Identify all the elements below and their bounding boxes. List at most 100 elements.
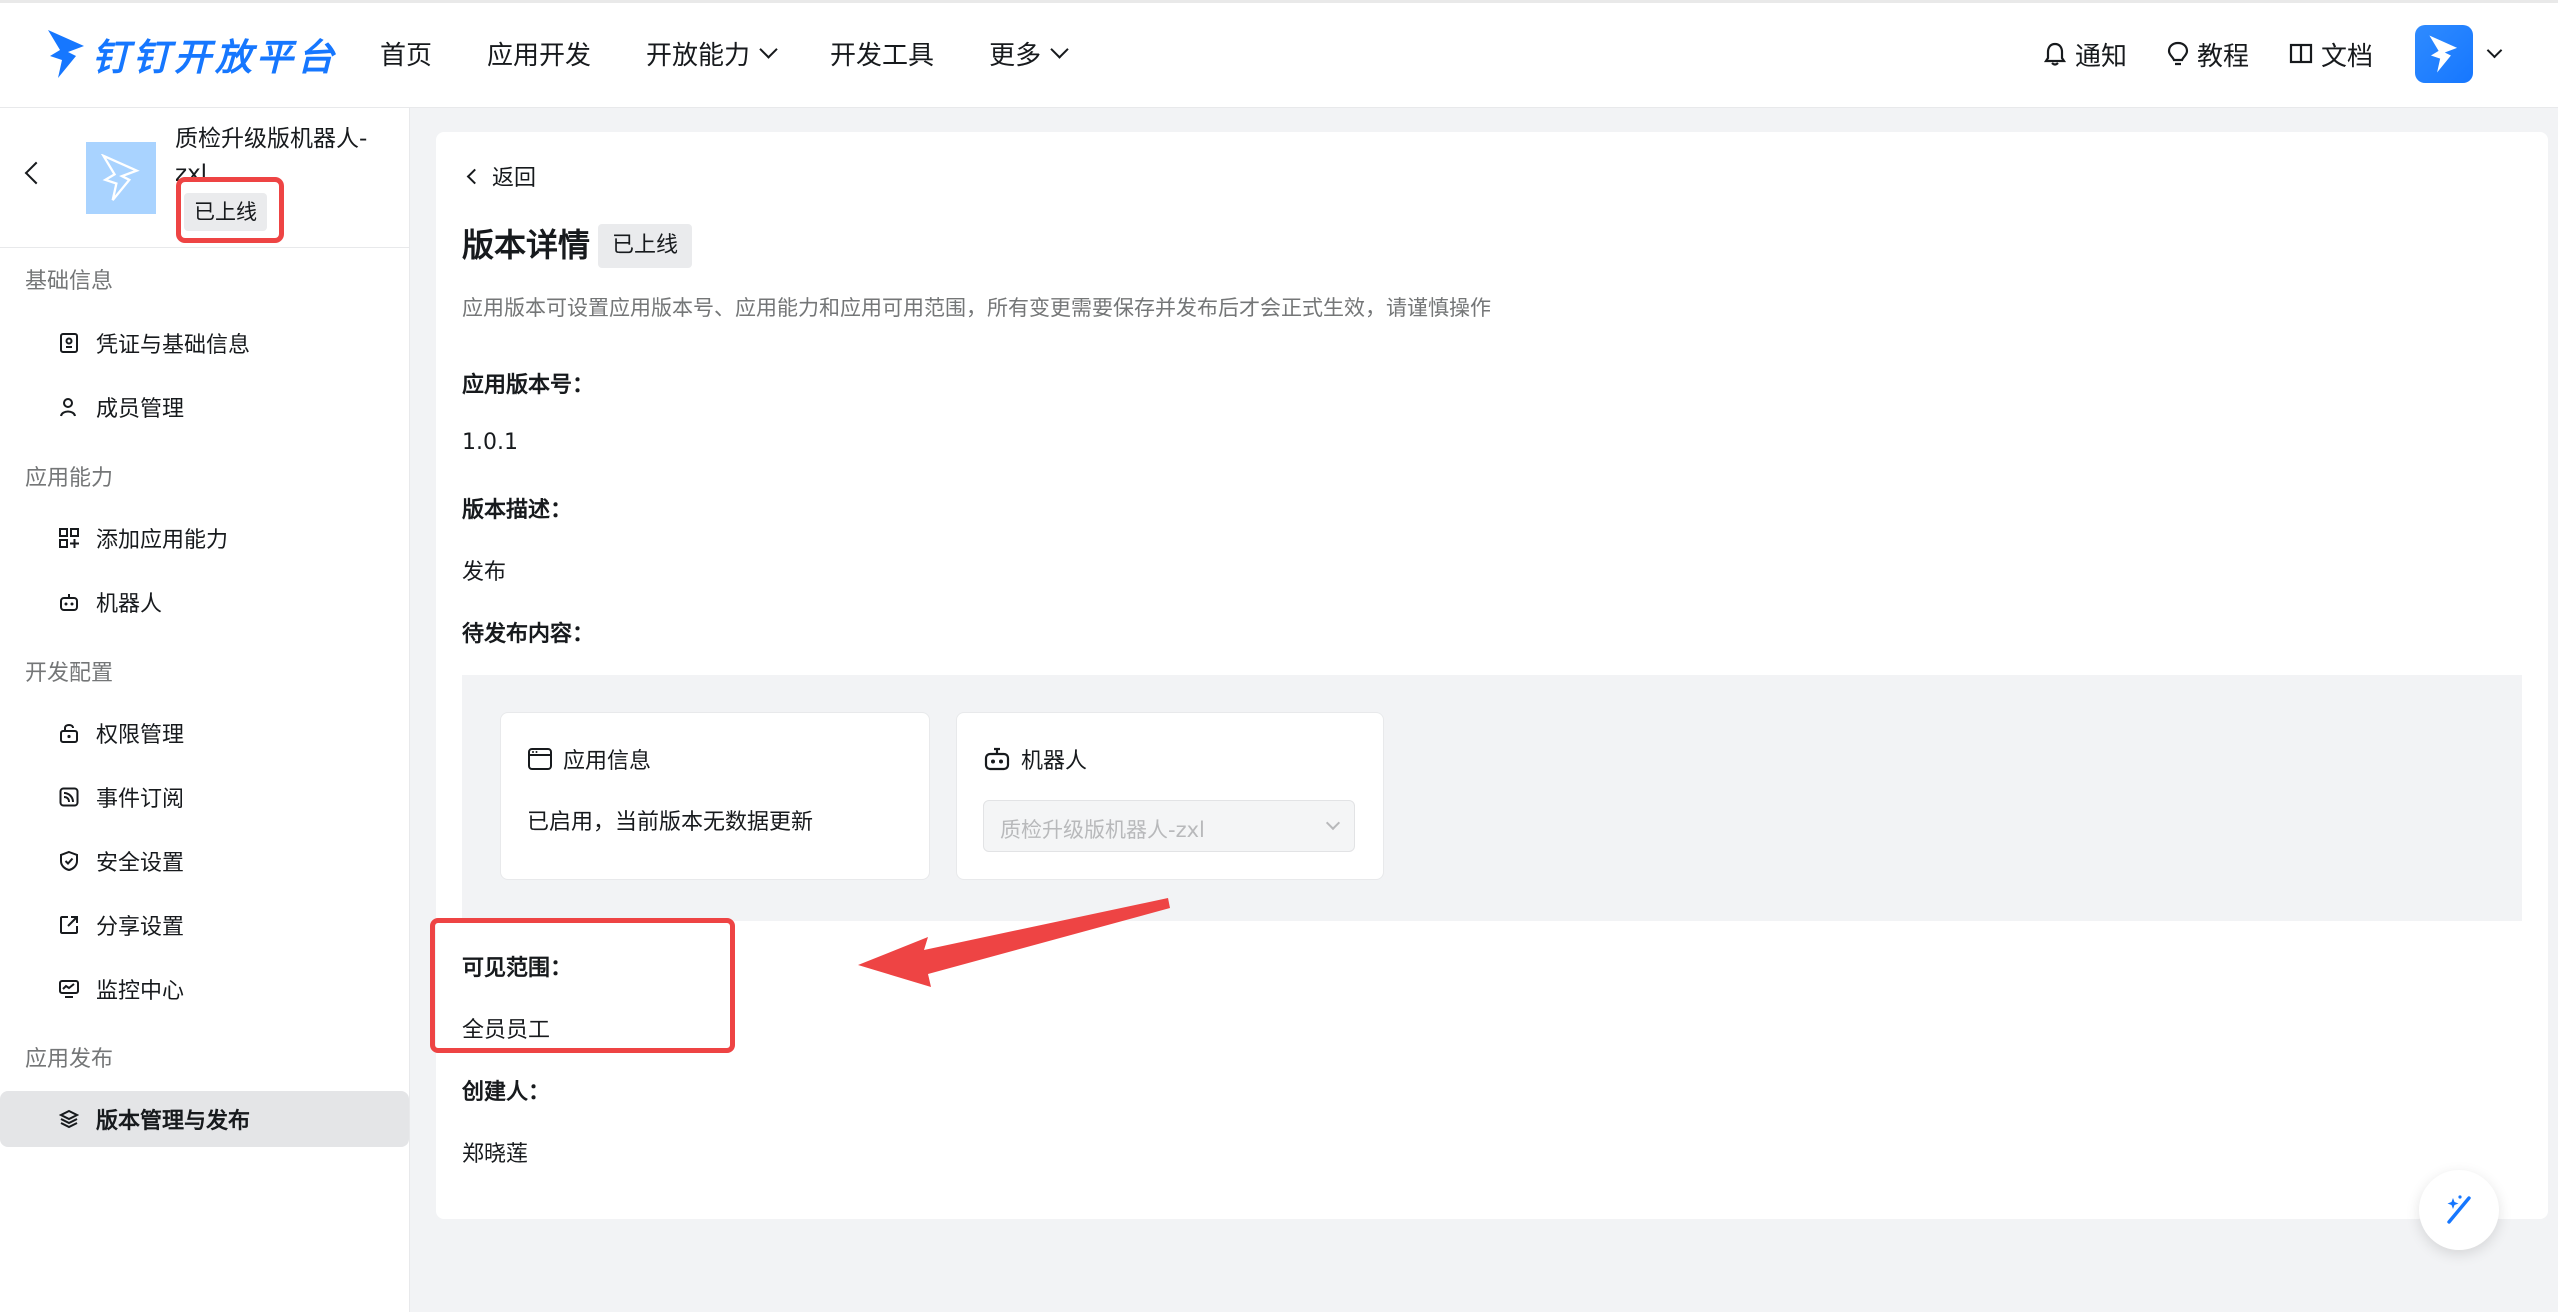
app-info-title: 应用信息	[527, 743, 651, 775]
notification-button[interactable]: 通知	[2043, 36, 2127, 73]
sidebar-item-label: 事件订阅	[96, 787, 185, 812]
tool-label: 教程	[2196, 41, 2249, 72]
app-info-text: 已启用，当前版本无数据更新	[527, 810, 814, 835]
nav-item-more[interactable]: 更多	[989, 35, 1069, 72]
back-arrow-icon[interactable]	[24, 161, 48, 185]
sidebar-item-label: 机器人	[96, 592, 163, 617]
app-info-card: 应用信息 已启用，当前版本无数据更新	[500, 712, 930, 880]
ai-assistant-button[interactable]	[2419, 1170, 2499, 1250]
user-icon	[58, 396, 80, 418]
version-detail-card: 返回 版本详情 已上线 应用版本可设置应用版本号、应用能力和应用可用范围，所有变…	[436, 132, 2548, 1219]
annotation-highlight-box	[176, 177, 284, 243]
pending-content-panel: 应用信息 已启用，当前版本无数据更新 机器人 质检升级版机器人-zxl	[462, 675, 2522, 921]
book-icon	[2289, 43, 2313, 64]
credential-icon	[58, 332, 80, 354]
annotation-highlight-box	[430, 918, 735, 1053]
sidebar-item-label: 版本管理与发布	[96, 1109, 251, 1134]
back-label: 返回	[492, 166, 537, 191]
tutorial-button[interactable]: 教程	[2167, 36, 2249, 73]
brand-name: 钉钉开放平台	[92, 35, 338, 79]
group-title-basic: 基础信息	[25, 269, 114, 294]
tool-label: 文档	[2320, 41, 2373, 72]
robot-title-text: 机器人	[1021, 749, 1088, 774]
page-title: 版本详情	[462, 226, 591, 264]
user-menu[interactable]	[2415, 25, 2503, 83]
robot-title: 机器人	[983, 743, 1087, 775]
app-icon	[86, 142, 156, 214]
group-title-capability: 应用能力	[25, 466, 114, 491]
app-info-title-text: 应用信息	[563, 749, 652, 774]
robot-card: 机器人 质检升级版机器人-zxl	[956, 712, 1384, 880]
version-value: 1.0.1	[462, 430, 518, 455]
sidebar-item-version-publish[interactable]: 版本管理与发布	[0, 1091, 409, 1147]
app-header: 质检升级版机器人-zxl 已上线	[0, 108, 409, 248]
header-tools: 通知 教程 文档	[2003, 0, 2503, 108]
dingtalk-avatar-icon	[2429, 35, 2458, 73]
sidebar-item-permissions[interactable]: 权限管理	[0, 705, 409, 761]
monitor-icon	[58, 978, 80, 1000]
nav-label: 更多	[989, 41, 1042, 71]
nav-item-open-capability[interactable]: 开放能力	[646, 35, 778, 72]
group-title-publish: 应用发布	[25, 1047, 114, 1072]
bell-icon	[2043, 42, 2067, 66]
avatar	[2415, 25, 2473, 83]
share-icon	[58, 914, 80, 936]
chevron-down-icon	[759, 40, 778, 59]
sidebar-item-share[interactable]: 分享设置	[0, 897, 409, 953]
add-capability-icon	[58, 527, 80, 549]
back-link[interactable]: 返回	[466, 160, 536, 192]
group-title-dev-config: 开发配置	[25, 661, 114, 686]
bulb-icon	[2167, 41, 2189, 66]
magic-wand-icon	[2447, 1195, 2471, 1224]
chevron-left-icon	[466, 168, 483, 184]
sidebar-item-events[interactable]: 事件订阅	[0, 769, 409, 825]
lock-icon	[58, 722, 80, 744]
creator-value: 郑晓莲	[462, 1142, 529, 1167]
sidebar-item-credentials[interactable]: 凭证与基础信息	[0, 315, 409, 371]
top-navbar: 钉钉开放平台 首页 应用开发 开放能力 开发工具 更多 通知 教程 文档	[0, 0, 2558, 108]
nav-label: 首页	[380, 41, 433, 71]
sidebar-item-label: 凭证与基础信息	[96, 333, 251, 358]
robot-select-value: 质检升级版机器人-zxl	[1000, 818, 1205, 842]
layers-icon	[58, 1108, 80, 1130]
chevron-down-icon	[2486, 42, 2503, 58]
nav-label: 应用开发	[487, 41, 592, 71]
shield-icon	[58, 850, 80, 872]
description-value: 发布	[462, 560, 507, 585]
nav-item-app-dev[interactable]: 应用开发	[487, 35, 591, 72]
sidebar: 质检升级版机器人-zxl 已上线 基础信息 凭证与基础信息 成员管理 应用能力 …	[0, 108, 410, 1312]
chevron-down-icon	[1050, 40, 1069, 59]
brand-logo[interactable]: 钉钉开放平台	[46, 24, 338, 84]
dingtalk-logo-icon	[48, 29, 84, 78]
description-label: 版本描述：	[462, 498, 573, 523]
robot-select[interactable]: 质检升级版机器人-zxl	[983, 800, 1355, 852]
creator-label: 创建人：	[462, 1080, 551, 1105]
sidebar-item-label: 添加应用能力	[96, 528, 229, 553]
sidebar-item-label: 监控中心	[96, 979, 185, 1004]
dingtalk-app-icon	[101, 154, 140, 201]
page-description: 应用版本可设置应用版本号、应用能力和应用可用范围，所有变更需要保存并发布后才会正…	[462, 296, 1491, 320]
sidebar-item-robot[interactable]: 机器人	[0, 574, 409, 630]
sidebar-item-label: 成员管理	[96, 397, 185, 422]
docs-button[interactable]: 文档	[2289, 36, 2373, 73]
sidebar-item-monitor[interactable]: 监控中心	[0, 961, 409, 1017]
robot-icon	[58, 591, 80, 613]
nav-label: 开放能力	[646, 41, 751, 71]
sidebar-item-label: 权限管理	[96, 723, 185, 748]
nav-label: 开发工具	[830, 41, 935, 71]
sidebar-item-members[interactable]: 成员管理	[0, 379, 409, 435]
version-label: 应用版本号：	[462, 373, 595, 398]
robot-icon	[984, 747, 1010, 771]
tool-label: 通知	[2074, 41, 2127, 72]
nav-item-dev-tools[interactable]: 开发工具	[830, 35, 934, 72]
window-icon	[528, 748, 552, 770]
sidebar-item-security[interactable]: 安全设置	[0, 833, 409, 889]
sidebar-item-add-capability[interactable]: 添加应用能力	[0, 510, 409, 566]
sidebar-item-label: 安全设置	[96, 851, 185, 876]
sidebar-item-label: 分享设置	[96, 915, 185, 940]
pending-label: 待发布内容：	[462, 622, 595, 647]
chevron-down-icon	[1325, 815, 1341, 831]
status-badge: 已上线	[598, 224, 693, 268]
nav-item-home[interactable]: 首页	[380, 35, 432, 72]
rss-icon	[58, 786, 80, 808]
